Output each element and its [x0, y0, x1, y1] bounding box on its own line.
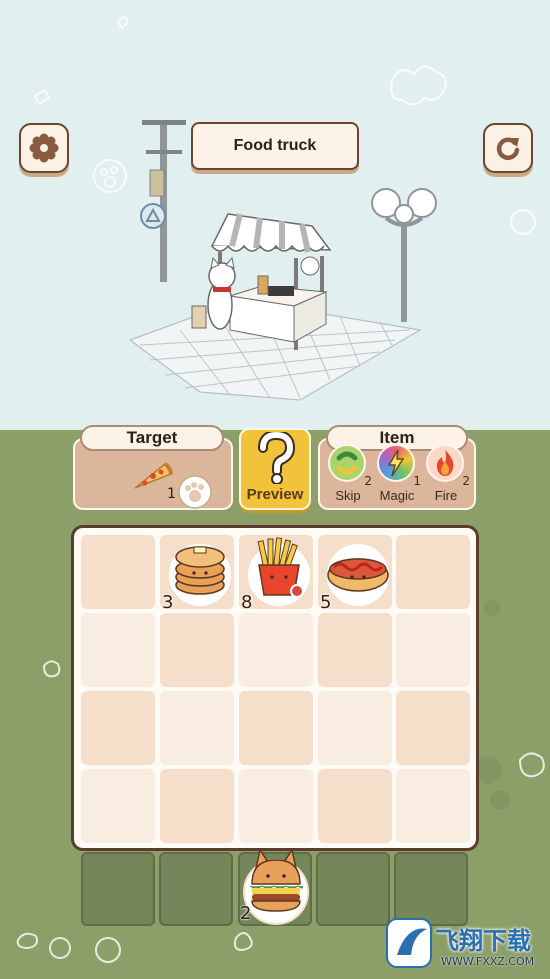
board-cell[interactable] — [318, 769, 392, 843]
burger-count: 2 — [240, 903, 252, 924]
hotdog-count: 5 — [320, 592, 332, 613]
board-cell[interactable] — [396, 769, 470, 843]
watermark: 飞翔下载 WWW.FXXZ.COM — [385, 915, 545, 973]
board-cell[interactable] — [160, 613, 234, 687]
fire-item-button[interactable]: 2 Fire — [424, 444, 470, 506]
fire-label: Fire — [434, 488, 458, 503]
food-truck-scene — [128, 120, 437, 401]
tray-slot — [316, 852, 390, 926]
restart-icon — [496, 137, 520, 160]
board-cell[interactable] — [81, 535, 155, 609]
board-cell[interactable] — [81, 691, 155, 765]
skip-label: Skip — [335, 488, 361, 503]
board-cell[interactable] — [239, 691, 313, 765]
board-cell[interactable] — [396, 691, 470, 765]
fire-count: 2 — [462, 474, 470, 488]
board-cell[interactable] — [318, 613, 392, 687]
preview-label: Preview — [246, 486, 304, 503]
question-mark-icon — [258, 432, 296, 484]
magic-icon — [377, 444, 415, 482]
board-cell[interactable] — [239, 769, 313, 843]
target-count: 1 — [167, 486, 176, 502]
cat-chef — [191, 256, 236, 330]
target-label: Target — [80, 425, 224, 451]
board-cell[interactable] — [396, 535, 470, 609]
fries-count: 8 — [241, 592, 253, 613]
level-title: Food truck — [191, 122, 359, 170]
restart-button[interactable] — [483, 123, 533, 173]
tray-slot — [159, 852, 233, 926]
skip-icon — [328, 444, 366, 482]
fire-icon — [426, 444, 464, 482]
street-lamp — [371, 188, 437, 322]
pancake-count: 3 — [162, 592, 174, 613]
food-hotdog[interactable]: 5 — [318, 535, 392, 613]
tray-burger[interactable]: 2 — [238, 846, 312, 926]
magic-label: Magic — [379, 488, 415, 503]
paw-icon — [178, 475, 212, 509]
magic-count: 1 — [413, 474, 421, 488]
board-cell[interactable] — [239, 613, 313, 687]
board-cell[interactable] — [81, 769, 155, 843]
board-cell[interactable] — [160, 769, 234, 843]
board-cell[interactable] — [318, 691, 392, 765]
board-cell[interactable] — [81, 613, 155, 687]
preview-button[interactable]: Preview — [239, 428, 311, 510]
level-title-text: Food truck — [233, 137, 317, 154]
watermark-text: 飞翔下载 — [435, 927, 531, 955]
settings-button[interactable] — [19, 123, 69, 173]
skip-count: 2 — [364, 474, 372, 488]
utility-pole — [140, 120, 186, 282]
gear-icon — [29, 133, 59, 163]
game-board: 3 8 5 — [71, 525, 479, 851]
board-cell[interactable] — [396, 613, 470, 687]
tray-slot — [81, 852, 155, 926]
food-fries[interactable]: 8 — [239, 535, 313, 613]
magic-item-button[interactable]: 1 Magic — [375, 444, 421, 506]
watermark-url: WWW.FXXZ.COM — [441, 955, 535, 968]
skip-item-button[interactable]: 2 Skip — [326, 444, 372, 506]
food-pancake[interactable]: 3 — [160, 535, 234, 613]
board-cell[interactable] — [160, 691, 234, 765]
